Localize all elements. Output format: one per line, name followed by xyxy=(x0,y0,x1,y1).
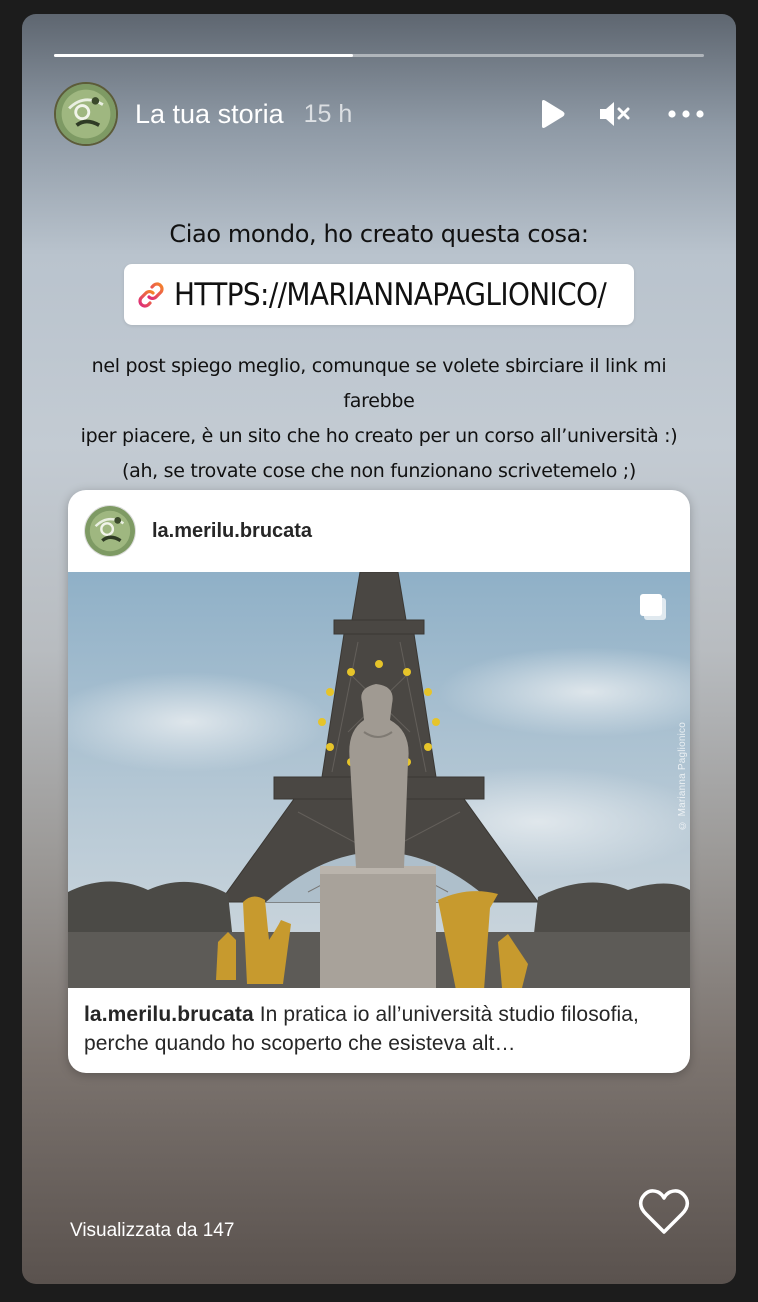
link-sticker-url: HTTPS://MARIANNAPAGLIONICO/ xyxy=(174,276,607,313)
speaker-muted-icon[interactable] xyxy=(594,94,634,134)
post-caption: la.merilu.brucata In pratica io all’univ… xyxy=(84,1000,680,1058)
story-caption-body: nel post spiego meglio, comunque se vole… xyxy=(62,349,696,489)
post-header: la.merilu.brucata xyxy=(68,490,690,572)
more-dots-icon[interactable] xyxy=(666,94,706,134)
multiple-photos-icon xyxy=(638,592,670,624)
link-sticker[interactable]: HTTPS://MARIANNAPAGLIONICO/ xyxy=(124,264,634,325)
story-progress-bar xyxy=(54,54,704,57)
story-user-name[interactable]: La tua storia xyxy=(135,99,284,130)
caption-line: nel post spiego meglio, comunque se vole… xyxy=(91,355,667,412)
heart-icon[interactable] xyxy=(638,1188,690,1236)
story-caption-top: Ciao mondo, ho creato questa cosa: xyxy=(169,220,589,248)
story-progress-fill xyxy=(54,54,353,57)
photo-watermark: © Marianna Paglionico xyxy=(677,722,688,831)
link-icon xyxy=(138,281,164,308)
post-caption-username[interactable]: la.merilu.brucata xyxy=(84,1003,254,1026)
play-icon[interactable] xyxy=(532,94,572,134)
caption-line: iper piacere, è un sito che ho creato pe… xyxy=(80,425,678,447)
story-header: La tua storia 15 h xyxy=(54,82,704,146)
post-photo[interactable]: © Marianna Paglionico xyxy=(68,572,690,988)
caption-line: (ah, se trovate cose che non funzionano … xyxy=(121,460,636,482)
views-count[interactable]: Visualizzata da 147 xyxy=(70,1220,234,1242)
profile-avatar[interactable] xyxy=(54,82,118,146)
post-avatar[interactable] xyxy=(84,505,136,557)
shared-post-card[interactable]: la.merilu.brucata © Marianna Paglionico … xyxy=(68,490,690,1073)
story-time-ago: 15 h xyxy=(303,99,353,128)
story-viewer[interactable]: La tua storia 15 h Ciao mondo, ho creato… xyxy=(22,14,736,1284)
post-username[interactable]: la.merilu.brucata xyxy=(152,520,312,543)
